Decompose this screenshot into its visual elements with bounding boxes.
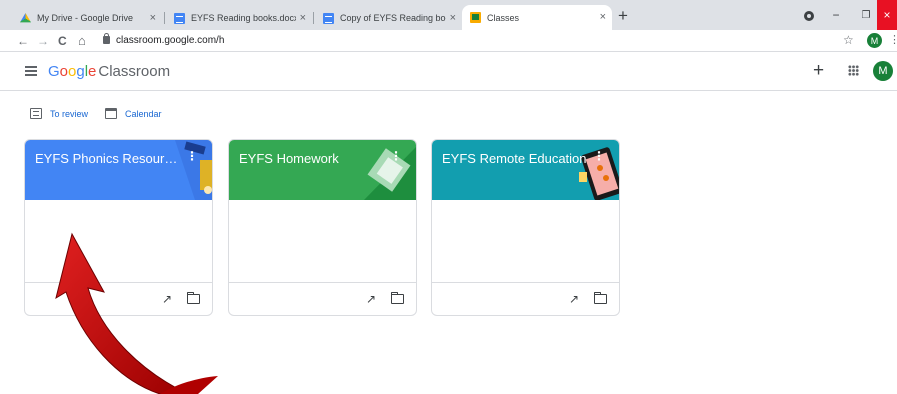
annotation-arrow-shape: [55, 232, 189, 394]
annotation-arrow: [55, 232, 218, 394]
